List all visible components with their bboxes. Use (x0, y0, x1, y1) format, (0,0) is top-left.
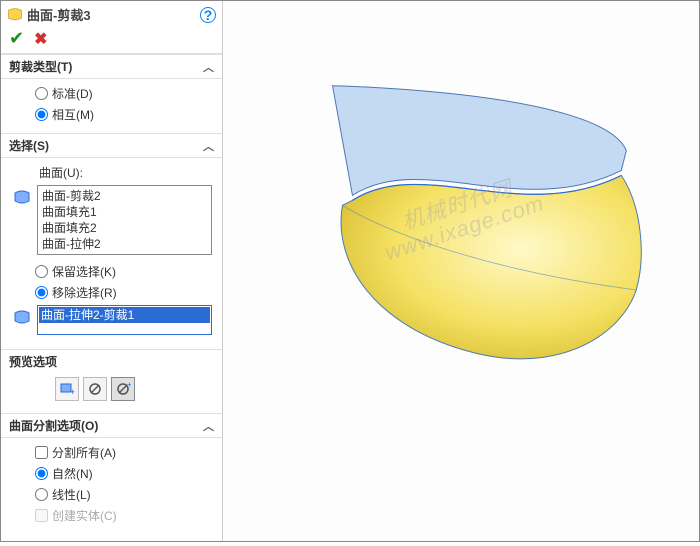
checkbox-split-all[interactable] (35, 446, 48, 459)
help-icon[interactable]: ? (200, 7, 216, 23)
radio-standard-label: 标准(D) (52, 85, 93, 102)
list-item[interactable]: 曲面-拉伸2 (40, 236, 209, 252)
radio-remove[interactable] (35, 286, 48, 299)
confirm-button[interactable]: ✔ (9, 28, 24, 49)
radio-mutual-label: 相互(M) (52, 106, 94, 123)
feature-title: 曲面-剪裁3 (27, 5, 91, 24)
chevron-up-icon: ︿ (203, 59, 214, 75)
trim-surface-icon (7, 7, 23, 23)
radio-linear-label: 线性(L) (52, 486, 91, 503)
section-selection-header[interactable]: 选择(S) ︿ (1, 133, 222, 158)
section-preview-label: 预览选项 (9, 353, 57, 370)
radio-remove-label: 移除选择(R) (52, 284, 117, 301)
graphics-viewport[interactable]: 机械时代网 www.ixage.com (223, 1, 699, 541)
list-item[interactable]: 曲面填充2 (40, 220, 209, 236)
section-trim-type-body: 标准(D) 相互(M) (1, 79, 222, 133)
radio-keep-label: 保留选择(K) (52, 263, 116, 280)
section-split-body: 分割所有(A) 自然(N) 线性(L) 创建实体(C) (1, 438, 222, 534)
checkbox-split-all-label: 分割所有(A) (52, 444, 116, 461)
section-selection-label: 选择(S) (9, 137, 49, 154)
model-geometry (223, 1, 699, 541)
preview-show-excluded-button[interactable] (83, 377, 107, 401)
section-trim-type-header[interactable]: 剪裁类型(T) ︿ (1, 54, 222, 79)
property-panel: 曲面-剪裁3 ? ✔ ✖ 剪裁类型(T) ︿ 标准(D) 相互(M) 选择(S)… (1, 1, 223, 541)
checkbox-create-solid (35, 509, 48, 522)
checkbox-create-solid-label: 创建实体(C) (52, 507, 117, 524)
title-bar: 曲面-剪裁3 ? (1, 1, 222, 26)
svg-text:+: + (70, 387, 75, 397)
list-item[interactable]: 曲面-拉伸2-剪裁1 (39, 307, 210, 323)
radio-natural-label: 自然(N) (52, 465, 93, 482)
section-selection-body: 曲面(U): 曲面-剪裁2 曲面填充1 曲面填充2 曲面-拉伸2 保留选择(K)… (1, 158, 222, 349)
preview-show-included-button[interactable]: + (55, 377, 79, 401)
section-split-label: 曲面分割选项(O) (9, 417, 98, 434)
section-trim-type-label: 剪裁类型(T) (9, 58, 72, 75)
svg-text:+: + (127, 381, 131, 389)
section-preview-header[interactable]: 预览选项 (1, 349, 222, 373)
radio-mutual[interactable] (35, 108, 48, 121)
remove-field-icon (11, 305, 33, 327)
list-item[interactable]: 曲面-剪裁2 (40, 188, 209, 204)
list-item[interactable]: 曲面填充1 (40, 204, 209, 220)
remove-listbox[interactable]: 曲面-拉伸2-剪裁1 (37, 305, 212, 335)
preview-show-both-button[interactable]: + (111, 377, 135, 401)
chevron-up-icon: ︿ (203, 138, 214, 154)
section-preview-body: + + (1, 373, 222, 413)
surfaces-field-icon (11, 185, 33, 207)
section-split-header[interactable]: 曲面分割选项(O) ︿ (1, 413, 222, 438)
cancel-button[interactable]: ✖ (34, 29, 47, 49)
radio-keep[interactable] (35, 265, 48, 278)
surfaces-listbox[interactable]: 曲面-剪裁2 曲面填充1 曲面填充2 曲面-拉伸2 (37, 185, 212, 255)
radio-standard[interactable] (35, 87, 48, 100)
radio-linear[interactable] (35, 488, 48, 501)
radio-natural[interactable] (35, 467, 48, 480)
surfaces-label: 曲面(U): (11, 162, 212, 183)
action-row: ✔ ✖ (1, 26, 222, 54)
chevron-up-icon: ︿ (203, 418, 214, 434)
